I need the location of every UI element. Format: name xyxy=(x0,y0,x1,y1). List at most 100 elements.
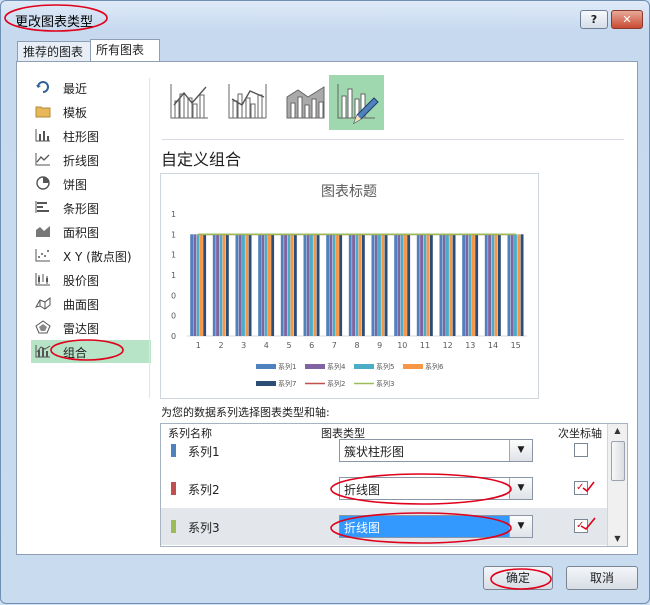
bar-系列1 xyxy=(212,234,216,336)
bar-系列1 xyxy=(484,234,488,336)
bar-系列6 xyxy=(268,234,271,336)
scroll-up-icon[interactable]: ▲ xyxy=(608,424,627,438)
bar-系列1 xyxy=(394,234,398,336)
category-pie[interactable]: 饼图 xyxy=(31,172,151,195)
subtype-column-line-secondary-axis[interactable] xyxy=(220,75,275,130)
series-section-label: 为您的数据系列选择图表类型和轴: xyxy=(161,406,330,419)
bar-系列1 xyxy=(280,234,284,336)
x-tick-label: 7 xyxy=(332,341,337,350)
chevron-down-icon[interactable]: ▼ xyxy=(509,440,532,461)
bar-系列6 xyxy=(290,234,294,336)
bar-系列1 xyxy=(303,234,307,336)
checkmark-icon: ✓ xyxy=(576,482,585,493)
category-bar[interactable]: 条形图 xyxy=(31,196,151,219)
chevron-down-icon[interactable]: ▼ xyxy=(509,516,532,537)
category-templates[interactable]: 模板 xyxy=(31,100,151,123)
bar-系列6 xyxy=(381,234,385,336)
legend-label: 系列5 xyxy=(376,362,394,371)
x-tick-label: 2 xyxy=(218,341,223,350)
bar-系列4 xyxy=(397,234,401,336)
bar-系列5 xyxy=(446,234,449,336)
bar-系列4 xyxy=(488,234,491,336)
y-tick-label: 0 xyxy=(171,332,176,341)
chart-type-value: 折线图 xyxy=(344,521,381,535)
legend-swatch xyxy=(403,364,423,369)
category-area[interactable]: 面积图 xyxy=(31,220,151,243)
chevron-down-icon[interactable]: ▼ xyxy=(509,478,532,499)
legend-label: 系列1 xyxy=(278,362,296,371)
bar-系列5 xyxy=(468,234,472,336)
cancel-button[interactable]: 取消 xyxy=(566,566,638,590)
tab-all-charts[interactable]: 所有图表 xyxy=(90,39,160,62)
scroll-down-icon[interactable]: ▼ xyxy=(608,532,627,546)
bar-系列1 xyxy=(348,234,352,336)
bar-系列7 xyxy=(293,234,297,336)
surface-chart-icon xyxy=(35,296,51,310)
subtype-stacked-area-column[interactable] xyxy=(278,75,333,130)
bar-系列5 xyxy=(242,234,245,336)
bar-系列7 xyxy=(429,234,433,336)
chart-type-select[interactable]: 簇状柱形图 ▼ xyxy=(339,439,533,462)
category-column[interactable]: 柱形图 xyxy=(31,124,151,147)
series-row-3: 系列3 折线图 ▼ ✓ xyxy=(161,508,607,545)
bar-系列7 xyxy=(475,234,479,336)
category-label: X Y (散点图) xyxy=(63,250,132,264)
chart-type-select[interactable]: 折线图 ▼ xyxy=(339,477,533,500)
legend-label: 系列3 xyxy=(376,379,394,388)
recent-icon xyxy=(36,81,49,93)
bar-系列6 xyxy=(472,234,475,336)
bar-系列6 xyxy=(404,234,407,336)
pie-chart-icon xyxy=(36,176,50,190)
bar-系列1 xyxy=(258,234,262,336)
category-label: 模板 xyxy=(63,106,88,120)
y-tick-label: 0 xyxy=(171,312,176,321)
category-scatter[interactable]: X Y (散点图) xyxy=(31,244,151,267)
bar-系列7 xyxy=(384,234,388,336)
bar-系列7 xyxy=(520,234,524,336)
category-line[interactable]: 折线图 xyxy=(31,148,151,171)
bar-系列6 xyxy=(200,234,203,336)
bar-系列6 xyxy=(494,234,498,336)
column-line-secondary-axis-icon xyxy=(228,84,267,119)
grid-scrollbar[interactable]: ▲ ▼ xyxy=(607,424,627,546)
category-label: 组合 xyxy=(63,346,88,360)
secondary-axis-checkbox[interactable] xyxy=(574,443,588,457)
chart-type-select[interactable]: 折线图 ▼ xyxy=(339,515,533,538)
radar-chart-icon xyxy=(35,320,51,334)
category-stock[interactable]: 股价图 xyxy=(31,268,151,291)
bar-系列1 xyxy=(326,234,330,336)
bar-系列1 xyxy=(190,234,194,336)
bar-系列5 xyxy=(355,234,359,336)
x-tick-label: 13 xyxy=(465,341,475,350)
series-color-swatch xyxy=(171,520,176,533)
chart-preview-svg: 图表标题00011111 2 3 4 5 6 7 8 9 10 11 12 13 14 15系列1 系列4 系列… xyxy=(171,184,527,388)
ok-button[interactable]: 确定 xyxy=(483,566,553,590)
legend-label: 系列7 xyxy=(278,379,296,388)
change-chart-type-dialog: 更改图表类型 ? ✕ 推荐的图表 所有图表 最近 模板 柱形图 折线图 饼图 条… xyxy=(0,0,650,604)
secondary-axis-checkbox[interactable]: ✓ xyxy=(574,481,588,495)
help-button[interactable]: ? xyxy=(580,10,608,29)
bar-系列6 xyxy=(517,234,521,336)
bar-系列4 xyxy=(261,234,265,336)
bar-系列4 xyxy=(284,234,287,336)
bar-系列7 xyxy=(407,234,411,336)
category-radar[interactable]: 雷达图 xyxy=(31,316,151,339)
checkmark-icon: ✓ xyxy=(576,520,585,531)
bar-系列7 xyxy=(339,234,343,336)
bar-系列1 xyxy=(416,234,420,336)
category-combo[interactable]: 组合 xyxy=(31,340,151,363)
subtype-custom-combination[interactable] xyxy=(329,75,384,130)
bar-系列4 xyxy=(374,234,378,336)
close-button[interactable]: ✕ xyxy=(611,10,643,29)
bar-系列5 xyxy=(287,234,291,336)
tab-recommended-charts[interactable]: 推荐的图表 xyxy=(17,41,93,62)
bar-系列5 xyxy=(423,234,427,336)
legend-label: 系列6 xyxy=(425,362,444,371)
bar-系列6 xyxy=(336,234,339,336)
x-tick-label: 15 xyxy=(511,341,521,350)
subtype-clustered-column-line[interactable] xyxy=(162,75,217,130)
scroll-thumb[interactable] xyxy=(611,441,625,481)
category-surface[interactable]: 曲面图 xyxy=(31,292,151,315)
category-recent[interactable]: 最近 xyxy=(31,76,151,99)
secondary-axis-checkbox[interactable]: ✓ xyxy=(574,519,588,533)
